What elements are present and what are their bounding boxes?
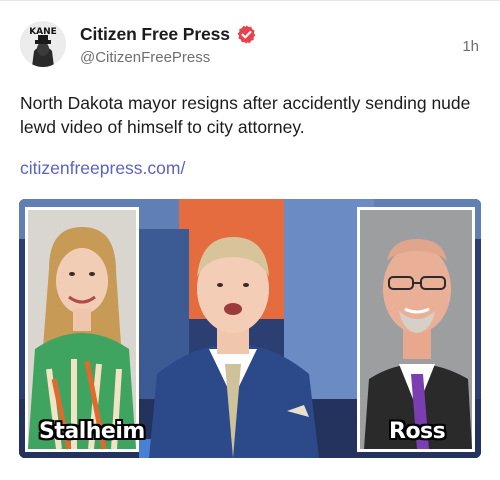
author-row: Citizen Free Press (80, 24, 257, 45)
top-divider (0, 0, 500, 1)
left-caption: Stalheim (39, 419, 145, 444)
author-name[interactable]: Citizen Free Press (80, 24, 230, 45)
author-handle[interactable]: @CitizenFreePress (80, 49, 210, 66)
avatar-lettering: KANE (29, 27, 57, 37)
avatar-image: KANE (20, 21, 66, 67)
post-media-image[interactable]: Stalheim Ross (19, 199, 481, 458)
left-portrait (25, 207, 139, 452)
post-timestamp: 1h (462, 38, 479, 55)
right-portrait (357, 207, 475, 452)
avatar[interactable]: KANE (20, 21, 66, 67)
verified-badge-icon (237, 25, 256, 44)
post-link[interactable]: citizenfreepress.com/ (20, 158, 185, 179)
post-text: North Dakota mayor resigns after acciden… (20, 93, 471, 137)
right-caption: Ross (389, 419, 446, 444)
